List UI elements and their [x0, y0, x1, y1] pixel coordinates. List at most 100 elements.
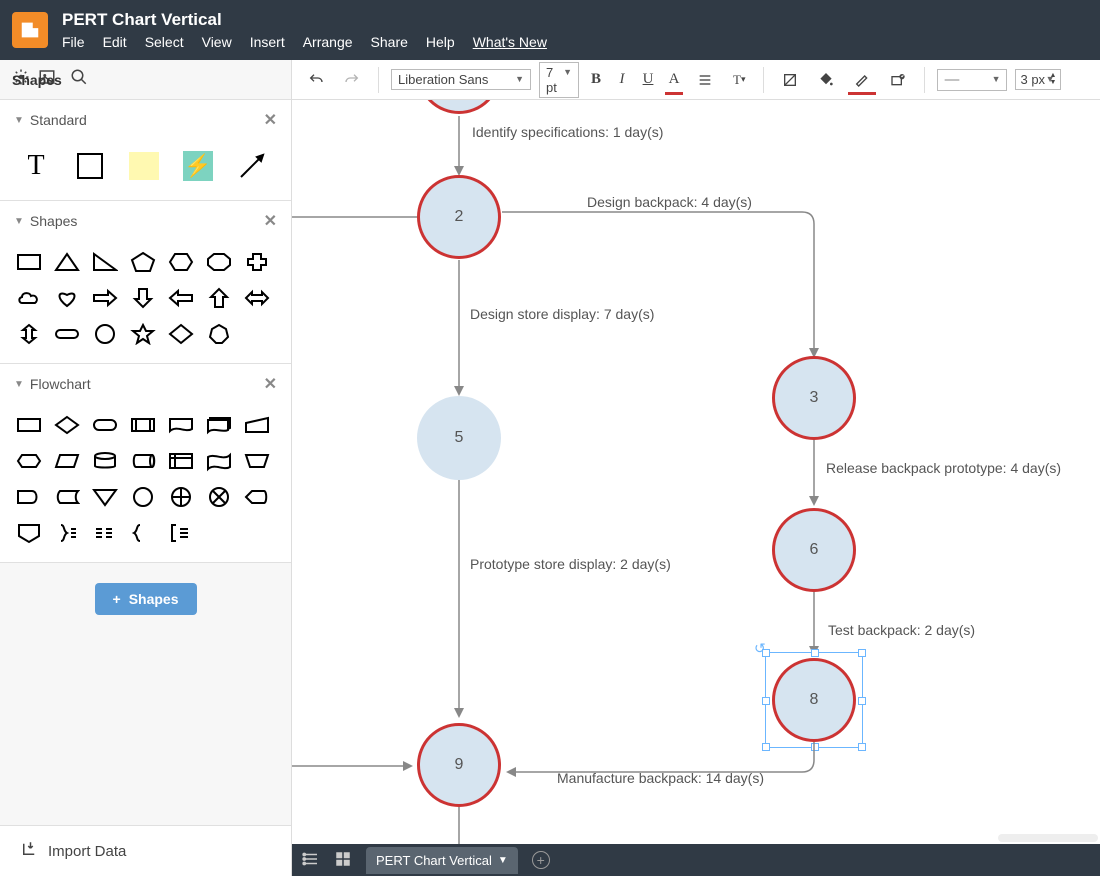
shape-fill-none-button[interactable] [776, 68, 804, 92]
flowchart-or[interactable] [164, 482, 198, 512]
shape-circle[interactable] [88, 319, 122, 349]
diagram-canvas[interactable]: Identify specifications: 1 day(s) 2 Desi… [292, 100, 1100, 844]
outline-view-icon[interactable] [302, 850, 320, 871]
resize-handle-w[interactable] [762, 697, 770, 705]
shape-options-button[interactable] [884, 68, 912, 92]
flowchart-internal-storage[interactable] [164, 446, 198, 476]
horizontal-scrollbar[interactable] [998, 834, 1098, 842]
flowchart-data[interactable] [50, 446, 84, 476]
flowchart-decision[interactable] [50, 410, 84, 440]
shape-note[interactable] [120, 146, 168, 186]
shape-text[interactable]: T [12, 146, 60, 186]
rotate-handle-icon[interactable]: ↺ [754, 640, 766, 657]
shape-star[interactable] [126, 319, 160, 349]
shape-heart[interactable] [50, 283, 84, 313]
flowchart-predefined[interactable] [126, 410, 160, 440]
shape-right-triangle[interactable] [88, 247, 122, 277]
shape-diamond[interactable] [164, 319, 198, 349]
flowchart-off-page[interactable] [12, 518, 46, 548]
resize-handle-se[interactable] [858, 743, 866, 751]
panel-shapes-header[interactable]: ▼ Shapes ✕ [0, 201, 291, 241]
menu-file[interactable]: File [62, 34, 85, 50]
redo-button[interactable] [338, 68, 366, 92]
flowchart-note-lines[interactable] [88, 518, 122, 548]
flowchart-merge[interactable] [88, 482, 122, 512]
menu-view[interactable]: View [202, 34, 232, 50]
close-icon[interactable]: ✕ [264, 211, 277, 231]
node-2[interactable]: 2 [417, 175, 501, 259]
shape-arrow-up[interactable] [202, 283, 236, 313]
flowchart-multidoc[interactable] [202, 410, 236, 440]
document-title[interactable]: PERT Chart Vertical [62, 10, 547, 30]
shape-arrow-leftright[interactable] [240, 283, 274, 313]
shape-rectangle[interactable] [12, 247, 46, 277]
flowchart-document[interactable] [164, 410, 198, 440]
flowchart-summing[interactable] [202, 482, 236, 512]
text-color-button[interactable]: A [665, 67, 683, 92]
close-icon[interactable]: ✕ [264, 110, 277, 130]
menu-help[interactable]: Help [426, 34, 455, 50]
undo-button[interactable] [302, 68, 330, 92]
shape-hexagon[interactable] [164, 247, 198, 277]
node-1[interactable] [417, 100, 501, 114]
italic-button[interactable]: I [613, 67, 631, 92]
flowchart-terminator[interactable] [88, 410, 122, 440]
flowchart-manual-input[interactable] [240, 410, 274, 440]
flowchart-direct-data[interactable] [126, 446, 160, 476]
shape-polystar[interactable] [202, 319, 236, 349]
panel-flowchart-header[interactable]: ▼ Flowchart ✕ [0, 364, 291, 404]
text-format-button[interactable]: T▾ [727, 68, 751, 92]
flowchart-bracket-note[interactable] [164, 518, 198, 548]
menu-select[interactable]: Select [145, 34, 184, 50]
flowchart-brace-left[interactable] [126, 518, 160, 548]
menu-whats-new[interactable]: What's New [473, 34, 547, 50]
node-9[interactable]: 9 [417, 723, 501, 807]
flowchart-stored-data[interactable] [50, 482, 84, 512]
resize-handle-n[interactable] [811, 649, 819, 657]
panel-standard-header[interactable]: ▼ Standard ✕ [0, 100, 291, 140]
flowchart-process[interactable] [12, 410, 46, 440]
flowchart-manual-operation[interactable] [240, 446, 274, 476]
shape-arrow-left[interactable] [164, 283, 198, 313]
node-3[interactable]: 3 [772, 356, 856, 440]
add-page-button[interactable]: + [532, 851, 550, 869]
menu-arrange[interactable]: Arrange [303, 34, 353, 50]
line-style-select[interactable] [937, 69, 1007, 91]
shape-line[interactable] [228, 146, 276, 186]
line-color-button[interactable] [848, 68, 876, 92]
search-icon[interactable] [70, 68, 88, 91]
page-tab[interactable]: PERT Chart Vertical ▼ [366, 847, 518, 874]
shape-pentagon[interactable] [126, 247, 160, 277]
node-5[interactable]: 5 [417, 396, 501, 480]
flowchart-database[interactable] [88, 446, 122, 476]
flowchart-paper-tape[interactable] [202, 446, 236, 476]
align-button[interactable] [691, 68, 719, 92]
underline-button[interactable]: U [639, 67, 657, 92]
font-size-select[interactable]: 7 pt [539, 62, 579, 98]
shape-block[interactable] [66, 146, 114, 186]
font-select[interactable]: Liberation Sans [391, 69, 531, 90]
fill-button[interactable] [812, 68, 840, 92]
shape-hotspot[interactable]: ⚡ [174, 146, 222, 186]
menu-insert[interactable]: Insert [250, 34, 285, 50]
add-shapes-button[interactable]: + Shapes [95, 583, 197, 615]
bold-button[interactable]: B [587, 67, 605, 92]
resize-handle-e[interactable] [858, 697, 866, 705]
menu-share[interactable]: Share [371, 34, 408, 50]
shape-triangle[interactable] [50, 247, 84, 277]
flowchart-brace-right[interactable] [50, 518, 84, 548]
menu-edit[interactable]: Edit [103, 34, 127, 50]
flowchart-display[interactable] [240, 482, 274, 512]
shape-pill[interactable] [50, 319, 84, 349]
shape-cloud[interactable] [12, 283, 46, 313]
grid-view-icon[interactable] [334, 850, 352, 871]
shape-arrow-updown[interactable] [12, 319, 46, 349]
shape-octagon[interactable] [202, 247, 236, 277]
flowchart-connector[interactable] [126, 482, 160, 512]
flowchart-preparation[interactable] [12, 446, 46, 476]
shape-arrow-down[interactable] [126, 283, 160, 313]
shape-arrow-right[interactable] [88, 283, 122, 313]
stroke-width-select[interactable]: 3 px▲▼ [1015, 69, 1061, 90]
flowchart-delay[interactable] [12, 482, 46, 512]
spinner-icon[interactable]: ▲▼ [1050, 72, 1057, 87]
